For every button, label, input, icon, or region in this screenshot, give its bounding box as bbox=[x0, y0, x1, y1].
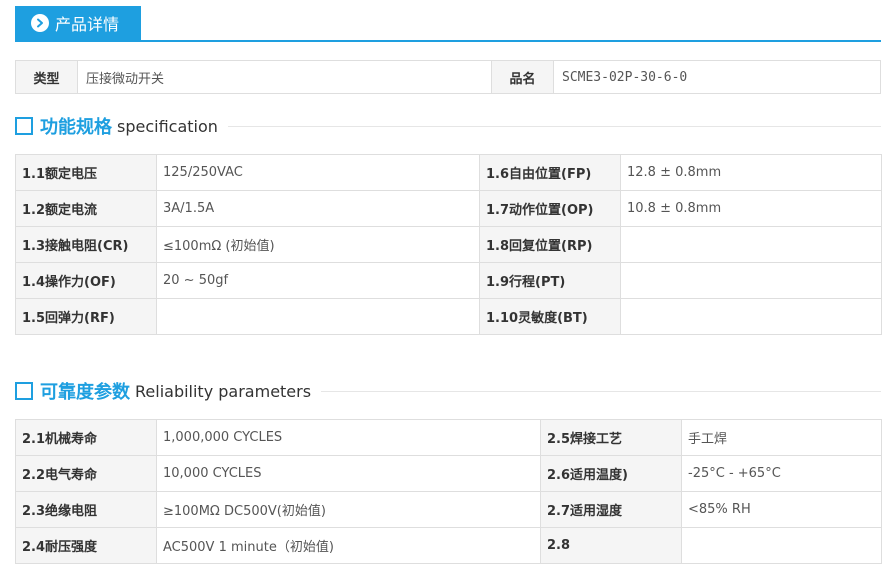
table-row: 1.3接触电阻(CR) ≤100mΩ (初始值) 1.8回复位置(RP) bbox=[15, 226, 882, 263]
param-value: -25°C - +65°C bbox=[681, 455, 882, 492]
product-info-table: 类型 压接微动开关 品名 SCME3-02P-30-6-0 bbox=[15, 60, 881, 94]
spec-subtitle: specification bbox=[117, 116, 218, 136]
param-value: ≥100MΩ DC500V(初始值) bbox=[156, 491, 541, 528]
param-label: 1.3接触电阻(CR) bbox=[15, 226, 157, 263]
param-label: 2.5焊接工艺 bbox=[540, 419, 682, 456]
param-value bbox=[156, 298, 480, 335]
param-value bbox=[620, 298, 882, 335]
param-label: 2.2电气寿命 bbox=[15, 455, 157, 492]
param-label: 2.4耐压强度 bbox=[15, 527, 157, 564]
param-label: 1.6自由位置(FP) bbox=[479, 154, 621, 191]
param-label: 1.8回复位置(RP) bbox=[479, 226, 621, 263]
chevron-right-icon bbox=[31, 14, 49, 32]
param-label: 2.3绝缘电阻 bbox=[15, 491, 157, 528]
param-value: 10,000 CYCLES bbox=[156, 455, 541, 492]
reliability-subtitle: Reliability parameters bbox=[135, 381, 312, 401]
param-label: 1.1额定电压 bbox=[15, 154, 157, 191]
param-value bbox=[620, 262, 882, 299]
tab-product-details[interactable]: 产品详情 bbox=[15, 6, 141, 40]
table-row: 2.3绝缘电阻 ≥100MΩ DC500V(初始值) 2.7适用湿度 <85% RH bbox=[15, 491, 882, 528]
table-row: 1.2额定电流 3A/1.5A 1.7动作位置(OP) 10.8 ± 0.8mm bbox=[15, 190, 882, 227]
param-value bbox=[620, 226, 882, 263]
tab-label: 产品详情 bbox=[55, 15, 120, 34]
param-label: 2.7适用湿度 bbox=[540, 491, 682, 528]
table-row: 1.1额定电压 125/250VAC 1.6自由位置(FP) 12.8 ± 0.8mm bbox=[15, 154, 882, 191]
param-label: 2.6适用温度) bbox=[540, 455, 682, 492]
param-value: ≤100mΩ (初始值) bbox=[156, 226, 480, 263]
divider bbox=[227, 125, 881, 127]
param-label: 1.4操作力(OF) bbox=[15, 262, 157, 299]
table-row: 1.4操作力(OF) 20 ~ 50gf 1.9行程(PT) bbox=[15, 262, 882, 299]
param-label: 2.8 bbox=[540, 527, 682, 564]
name-label: 品名 bbox=[492, 61, 554, 93]
square-icon bbox=[15, 382, 33, 400]
param-value: 1,000,000 CYCLES bbox=[156, 419, 541, 456]
param-label: 1.7动作位置(OP) bbox=[479, 190, 621, 227]
reliability-title: 可靠度参数 bbox=[40, 382, 130, 403]
table-row: 2.1机械寿命 1,000,000 CYCLES 2.5焊接工艺 手工焊 bbox=[15, 419, 882, 456]
type-label: 类型 bbox=[16, 61, 78, 93]
param-value: AC500V 1 minute（初始值) bbox=[156, 527, 541, 564]
spec-section-heading: 功能规格 specification bbox=[15, 114, 881, 138]
param-value: 10.8 ± 0.8mm bbox=[620, 190, 882, 227]
spec-title: 功能规格 bbox=[40, 117, 112, 138]
param-value: <85% RH bbox=[681, 491, 882, 528]
param-label: 1.2额定电流 bbox=[15, 190, 157, 227]
param-value: 125/250VAC bbox=[156, 154, 480, 191]
table-row: 1.5回弹力(RF) 1.10灵敏度(BT) bbox=[15, 298, 882, 335]
param-value: 3A/1.5A bbox=[156, 190, 480, 227]
name-value: SCME3-02P-30-6-0 bbox=[562, 69, 688, 85]
reliability-table: 2.1机械寿命 1,000,000 CYCLES 2.5焊接工艺 手工焊 2.2电气寿命… bbox=[15, 419, 882, 564]
param-value: 12.8 ± 0.8mm bbox=[620, 154, 882, 191]
type-value: 压接微动开关 bbox=[78, 61, 492, 93]
square-icon bbox=[15, 117, 33, 135]
param-value: 20 ~ 50gf bbox=[156, 262, 480, 299]
spec-table: 1.1额定电压 125/250VAC 1.6自由位置(FP) 12.8 ± 0.8mm… bbox=[15, 154, 882, 335]
tab-bar: 产品详情 bbox=[15, 6, 881, 42]
param-label: 1.9行程(PT) bbox=[479, 262, 621, 299]
table-row: 2.4耐压强度 AC500V 1 minute（初始值) 2.8 bbox=[15, 527, 882, 564]
divider bbox=[321, 390, 881, 392]
reliability-section-heading: 可靠度参数 Reliability parameters bbox=[15, 379, 881, 403]
param-value: 手工焊 bbox=[681, 419, 882, 456]
param-label: 2.1机械寿命 bbox=[15, 419, 157, 456]
table-row: 2.2电气寿命 10,000 CYCLES 2.6适用温度) -25°C - +65°… bbox=[15, 455, 882, 492]
param-label: 1.10灵敏度(BT) bbox=[479, 298, 621, 335]
param-value bbox=[681, 527, 882, 564]
param-label: 1.5回弹力(RF) bbox=[15, 298, 157, 335]
